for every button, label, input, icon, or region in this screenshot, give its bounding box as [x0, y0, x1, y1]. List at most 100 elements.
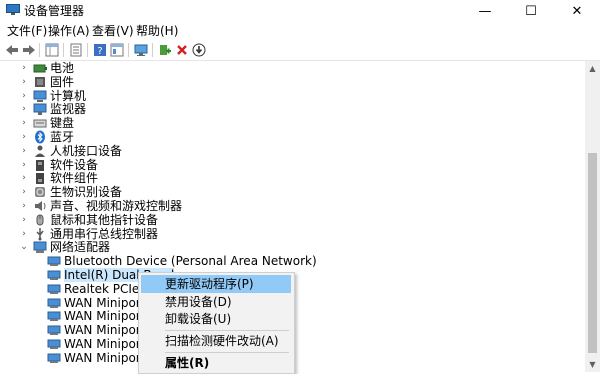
keyboard-icon	[33, 119, 47, 128]
menu-action[interactable]: 操作(A)	[48, 24, 90, 38]
close-button[interactable]: ✕	[554, 0, 600, 22]
scroll-down-arrow[interactable]: ▼	[585, 357, 600, 372]
tree-category[interactable]: ⌄ 网络适配器	[0, 240, 585, 254]
expand-chevron-icon[interactable]: ›	[19, 89, 29, 103]
tree-category[interactable]: › 键盘	[0, 116, 585, 130]
tree-category[interactable]: › 监视器	[0, 102, 585, 116]
scroll-thumb[interactable]	[588, 153, 597, 353]
properties-grid-icon[interactable]	[43, 41, 61, 59]
menu-separator	[165, 330, 289, 331]
menu-view[interactable]: 查看(V)	[92, 24, 134, 38]
computer-icon	[33, 90, 47, 102]
tree-node-label: 监视器	[50, 102, 87, 117]
biometric-icon	[35, 187, 45, 198]
uninstall-x-icon[interactable]	[173, 41, 191, 59]
network-adapter-icon	[47, 311, 61, 322]
tree-category[interactable]: › 生物识别设备	[0, 185, 585, 199]
menu-help[interactable]: 帮助(H)	[136, 24, 178, 38]
network-adapter-icon	[47, 298, 61, 308]
tree-category[interactable]: › 人机接口设备	[0, 144, 585, 158]
toolbar-separator	[39, 43, 40, 57]
tree-node-label: 通用串行总线控制器	[50, 226, 159, 241]
scroll-up-arrow[interactable]: ▲	[585, 61, 600, 76]
disable-down-icon[interactable]	[190, 41, 208, 59]
bluetooth-icon	[35, 130, 45, 144]
tree-category[interactable]: › 固件	[0, 75, 585, 89]
expand-chevron-icon[interactable]: ›	[19, 130, 29, 144]
expand-chevron-icon[interactable]: ›	[19, 213, 29, 227]
tree-node-label: 电池	[50, 61, 75, 75]
back-arrow-icon[interactable]	[3, 41, 21, 59]
tree-device-item[interactable]: Bluetooth Device (Personal Area Network)	[0, 254, 585, 268]
help-icon[interactable]: ?	[91, 41, 109, 59]
monitor-scan-icon[interactable]	[132, 41, 150, 59]
device-manager-icon	[6, 4, 20, 15]
tree-node-label: 生物识别设备	[50, 185, 123, 200]
tree-node-label: 蓝牙	[50, 130, 75, 144]
network-adapter-icon	[47, 353, 61, 363]
toolbar-separator	[63, 43, 64, 57]
menu-bar: 文件(F) 操作(A) 查看(V) 帮助(H)	[0, 22, 600, 40]
tree-node-label: 软件组件	[50, 171, 99, 186]
mouse-icon	[36, 214, 44, 226]
tree-node-label: 人机接口设备	[50, 143, 123, 158]
forward-arrow-icon[interactable]	[20, 41, 38, 59]
tree-category[interactable]: › 鼠标和其他指针设备	[0, 213, 585, 227]
expand-chevron-icon[interactable]: ›	[19, 171, 29, 185]
menu-properties[interactable]: 属性(R)	[141, 354, 291, 372]
document-list-icon[interactable]	[67, 41, 85, 59]
usb-icon	[36, 227, 44, 241]
tree-category[interactable]: › 通用串行总线控制器	[0, 227, 585, 241]
menu-disable-device[interactable]: 禁用设备(D)	[141, 293, 291, 311]
tree-node-label: 鼠标和其他指针设备	[50, 212, 159, 227]
monitor-icon	[33, 103, 47, 116]
sound-icon	[35, 201, 46, 211]
expand-chevron-icon[interactable]: ›	[19, 144, 29, 158]
toolbar-separator	[152, 43, 153, 57]
tree-node-label: 键盘	[50, 116, 75, 131]
toolbar-separator	[87, 43, 88, 57]
expand-chevron-icon[interactable]: ›	[19, 116, 29, 130]
tree-node-label: 声音、视频和游戏控制器	[50, 199, 183, 213]
expand-chevron-icon[interactable]: ›	[19, 158, 29, 172]
tree-category[interactable]: › 电池	[0, 61, 585, 75]
tree-category[interactable]: › 软件设备	[0, 158, 585, 172]
tree-node-label: Bluetooth Device (Personal Area Network)	[64, 254, 317, 269]
software-component-icon	[36, 173, 44, 185]
expand-chevron-icon[interactable]: ›	[19, 199, 29, 213]
console-tree-icon[interactable]	[108, 41, 126, 59]
expand-chevron-icon[interactable]: ›	[19, 102, 29, 116]
maximize-button[interactable]: ☐	[508, 0, 554, 22]
network-adapter-icon	[47, 270, 61, 280]
menu-scan-hardware[interactable]: 扫描检测硬件改动(A)	[141, 332, 291, 350]
software-device-icon	[36, 159, 44, 171]
menu-separator	[165, 352, 289, 353]
svg-text:?: ?	[97, 46, 102, 57]
title-bar: 设备管理器 — ☐ ✕	[0, 0, 600, 22]
battery-icon	[33, 64, 47, 73]
expand-chevron-icon[interactable]: ⌄	[19, 240, 29, 254]
tree-category[interactable]: › 声音、视频和游戏控制器	[0, 199, 585, 213]
toolbar-separator	[128, 43, 129, 57]
expand-chevron-icon[interactable]: ›	[19, 227, 29, 241]
tree-node-label: 计算机	[50, 88, 87, 103]
tree-node-label: 固件	[50, 74, 75, 89]
hid-icon	[35, 145, 45, 157]
tree-category[interactable]: › 软件组件	[0, 171, 585, 185]
add-driver-icon[interactable]	[156, 41, 174, 59]
menu-file[interactable]: 文件(F)	[7, 24, 47, 38]
vertical-scrollbar[interactable]: ▲ ▼	[585, 61, 600, 372]
tree-category[interactable]: › 蓝牙	[0, 130, 585, 144]
menu-uninstall-device[interactable]: 卸载设备(U)	[141, 310, 291, 328]
tree-category[interactable]: › 计算机	[0, 89, 585, 103]
network-adapter-icon	[47, 325, 61, 336]
minimize-button[interactable]: —	[462, 0, 508, 22]
firmware-icon	[35, 76, 45, 87]
expand-chevron-icon[interactable]: ›	[19, 185, 29, 199]
context-menu: 更新驱动程序(P) 禁用设备(D) 卸载设备(U) 扫描检测硬件改动(A) 属性…	[138, 272, 295, 374]
window-title: 设备管理器	[24, 4, 85, 18]
expand-chevron-icon[interactable]: ›	[19, 61, 29, 75]
toolbar: ?	[0, 40, 600, 61]
expand-chevron-icon[interactable]: ›	[19, 75, 29, 89]
menu-update-driver[interactable]: 更新驱动程序(P)	[141, 275, 291, 293]
